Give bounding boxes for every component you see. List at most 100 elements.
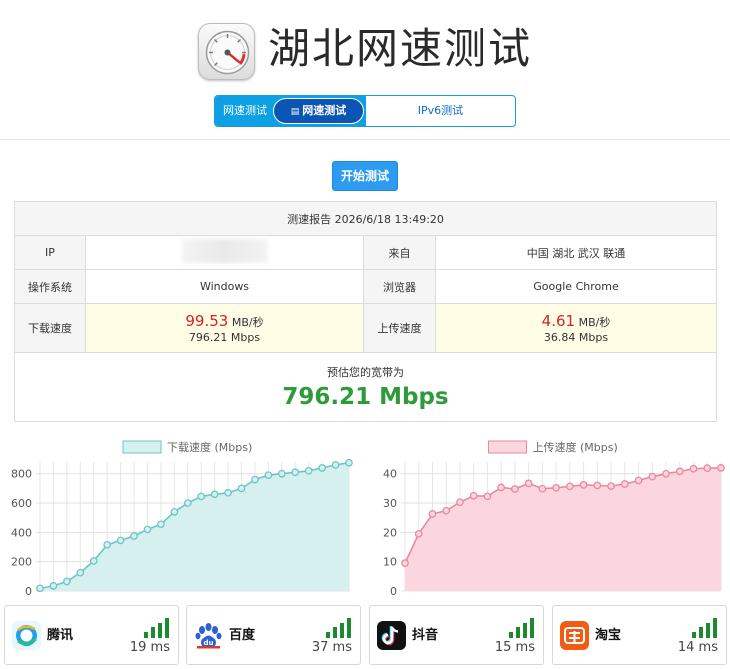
data-point[interactable] <box>49 582 58 590</box>
data-point[interactable] <box>469 491 478 500</box>
data-point[interactable] <box>251 475 259 484</box>
data-point[interactable] <box>89 557 98 565</box>
speedometer-icon <box>198 23 255 80</box>
data-point[interactable] <box>291 468 300 477</box>
data-point[interactable] <box>197 492 206 501</box>
data-point[interactable] <box>116 536 125 545</box>
upload-speed-value: 4.61 <box>541 312 576 330</box>
data-point[interactable] <box>442 506 451 515</box>
series-area <box>40 462 349 591</box>
service-name: 抖音 <box>412 628 439 643</box>
data-point[interactable] <box>304 466 313 475</box>
data-point[interactable] <box>36 584 44 593</box>
data-point[interactable] <box>703 464 712 473</box>
speed-report-table: 测速报告 2026/6/18 13:49:20 IP 来自 中国 湖北 武汉 联… <box>14 201 717 422</box>
upload-mbps: 36.84 Mbps <box>543 331 609 344</box>
signal-bars-icon <box>692 618 718 638</box>
signal-bars-icon <box>326 618 352 638</box>
upload-cell: 4.61 MB/秒 36.84 Mbps <box>435 303 717 353</box>
data-point[interactable] <box>183 499 192 507</box>
data-point[interactable] <box>345 458 353 467</box>
data-point[interactable] <box>170 507 179 516</box>
data-point[interactable] <box>428 510 437 518</box>
browser-value: Google Chrome <box>435 269 717 304</box>
data-point[interactable] <box>620 480 629 488</box>
tiktok-icon <box>377 621 406 650</box>
start-test-button[interactable]: 开始测试 <box>332 161 398 191</box>
data-point[interactable] <box>607 482 615 490</box>
data-point[interactable] <box>237 484 246 493</box>
service-name: 腾讯 <box>47 628 74 643</box>
ip-label: IP <box>14 235 86 270</box>
data-point[interactable] <box>401 559 409 567</box>
data-point[interactable] <box>524 479 533 488</box>
download-speed-unit: MB/秒 <box>231 316 264 329</box>
data-point[interactable] <box>318 464 326 472</box>
baidu-paw-icon: du <box>194 621 223 650</box>
signal-bars-icon <box>144 618 170 638</box>
tab-pill-label: 网速测试 <box>302 104 347 117</box>
ip-redacted <box>181 239 268 263</box>
data-point[interactable] <box>483 492 492 501</box>
data-point[interactable] <box>277 469 286 478</box>
data-point[interactable] <box>634 476 643 485</box>
y-tick-label: 0 <box>25 585 32 596</box>
data-point[interactable] <box>648 472 657 481</box>
table-icon: ▤ <box>290 107 300 117</box>
signal-bars-icon <box>509 618 535 638</box>
y-tick-label: 200 <box>11 556 32 569</box>
legend-swatch[interactable] <box>488 440 527 454</box>
data-point[interactable] <box>717 464 725 472</box>
download-speed-chart: 下载速度 (Mbps) 0 200 400 600 800 <box>0 434 362 596</box>
data-point[interactable] <box>63 577 71 586</box>
legend-label: 上传速度 (Mbps) <box>533 440 618 454</box>
data-point[interactable] <box>662 469 670 478</box>
service-ping: 14 ms <box>677 640 718 655</box>
upload-speed-unit: MB/秒 <box>578 316 611 329</box>
service-ping: 15 ms <box>494 640 535 655</box>
data-point[interactable] <box>552 483 560 492</box>
data-point[interactable] <box>579 481 588 489</box>
bandwidth-value: 796.21 Mbps <box>282 384 449 410</box>
data-point[interactable] <box>538 484 547 493</box>
page-header: 湖北网速测试 网速测试 ▤ 网速测试 IPv6测试 <box>0 0 730 140</box>
service-name: 淘宝 <box>595 628 622 643</box>
data-point[interactable] <box>264 471 273 480</box>
data-point[interactable] <box>130 532 138 540</box>
svg-text:du: du <box>204 639 214 647</box>
data-point[interactable] <box>511 485 519 493</box>
data-point[interactable] <box>103 540 112 549</box>
service-name: 百度 <box>229 628 256 643</box>
data-point[interactable] <box>675 467 684 476</box>
os-value: Windows <box>85 269 364 304</box>
download-label: 下载速度 <box>14 303 86 353</box>
legend-swatch[interactable] <box>122 440 162 454</box>
taobao-icon <box>560 621 589 650</box>
data-point[interactable] <box>210 490 219 499</box>
bandwidth-label: 预估您的宽带为 <box>327 366 404 379</box>
bandwidth-cell: 预估您的宽带为 796.21 Mbps <box>14 352 717 422</box>
data-point[interactable] <box>689 464 698 473</box>
service-card-douyin: 抖音 15 ms <box>369 605 544 665</box>
tab-speed-test-pill[interactable]: ▤ 网速测试 <box>273 98 364 124</box>
data-point[interactable] <box>497 483 506 492</box>
data-point[interactable] <box>331 461 340 469</box>
data-point[interactable] <box>224 488 232 497</box>
data-point[interactable] <box>566 482 574 491</box>
data-point[interactable] <box>456 498 464 507</box>
data-point[interactable] <box>143 525 152 534</box>
test-tabs: 网速测试 ▤ 网速测试 IPv6测试 <box>214 95 516 127</box>
data-point[interactable] <box>593 481 602 490</box>
data-point[interactable] <box>157 520 165 529</box>
from-label: 来自 <box>363 235 436 270</box>
chart-svg: 上传速度 (Mbps) 0 10 20 30 40 <box>383 440 725 596</box>
download-mbps: 796.21 Mbps <box>188 331 261 344</box>
y-tick-label: 800 <box>11 468 32 481</box>
tab-speed-test-label: 网速测试 <box>223 104 267 117</box>
data-point[interactable] <box>414 529 423 538</box>
data-point[interactable] <box>76 568 85 577</box>
legend-label: 下载速度 (Mbps) <box>167 440 252 454</box>
tab-speed-test[interactable]: 网速测试 ▤ 网速测试 <box>215 96 366 126</box>
tab-ipv6-test[interactable]: IPv6测试 <box>366 96 515 126</box>
service-card-baidu: du 百度 37 ms <box>186 605 361 665</box>
